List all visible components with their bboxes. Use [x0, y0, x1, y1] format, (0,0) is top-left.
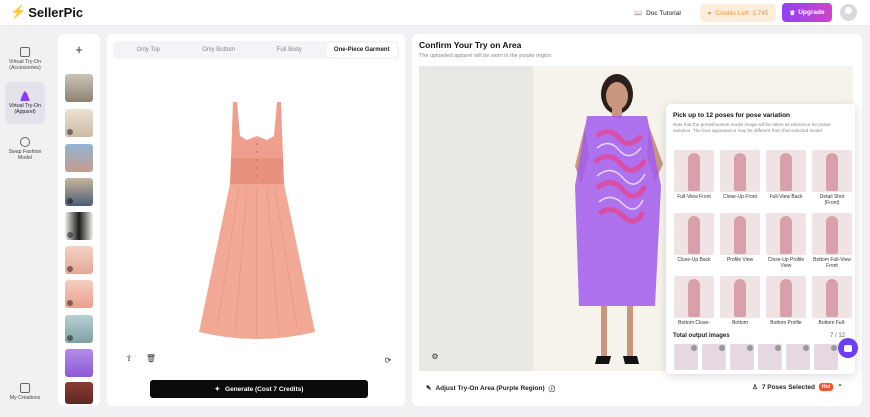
- pose-option[interactable]: Bottom Full-View Front: [812, 213, 852, 269]
- output-thumbnail[interactable]: [786, 344, 810, 370]
- refresh-icon[interactable]: ⟳: [382, 354, 394, 366]
- credits-label: Credits Left: 1,745: [715, 9, 769, 17]
- pose-picker-title: Pick up to 12 poses for pose variation: [673, 112, 791, 119]
- sidebar-item-label: Swap Fashion Model: [8, 149, 42, 161]
- sidebar-item-tryon-accessories[interactable]: Virtual Try-On (Accessories): [5, 38, 45, 80]
- top-bar: ⚡ SellerPic 📖 Doc Tutorial ● Credits Lef…: [0, 0, 870, 26]
- adjust-label: Adjust Try-On Area (Purple Region): [435, 384, 545, 392]
- generate-label: Generate (Cost 7 Credits): [225, 385, 304, 393]
- garment-thumbnail[interactable]: [65, 74, 93, 102]
- garment-thumbnail[interactable]: [65, 178, 93, 206]
- garment-thumbnail[interactable]: [65, 349, 93, 377]
- hot-badge: Hot: [818, 383, 834, 391]
- pose-option[interactable]: Full-View Front: [674, 150, 714, 200]
- upgrade-label: Upgrade: [798, 9, 825, 16]
- chat-support-button[interactable]: [838, 338, 858, 358]
- pose-option[interactable]: Bottom Full-: [812, 276, 852, 326]
- chat-icon: [844, 344, 852, 352]
- tryon-subtitle: The uploaded apparel will be worn in the…: [419, 53, 552, 59]
- doc-tutorial-button[interactable]: 📖 Doc Tutorial: [628, 5, 687, 21]
- pose-option[interactable]: Close-Up Back: [674, 213, 714, 263]
- poses-selected-label: 7 Poses Selected: [761, 383, 815, 391]
- dress-icon: [20, 91, 30, 101]
- pose-option[interactable]: Close-Up Profile View: [766, 213, 806, 269]
- person-adjust-icon[interactable]: ⚙: [429, 350, 441, 362]
- sidebar-item-swap-model[interactable]: Swap Fashion Model: [5, 128, 45, 170]
- pose-option[interactable]: Bottom Profile: [766, 276, 806, 326]
- logo-text: SellerPic: [28, 4, 84, 20]
- book-icon: 📖: [634, 10, 643, 17]
- folder-icon: [20, 383, 30, 393]
- avatar[interactable]: [840, 4, 857, 21]
- pose-option[interactable]: Close-Up Front: [720, 150, 760, 200]
- pose-option[interactable]: Full-View Back: [766, 150, 806, 200]
- garment-thumbnail[interactable]: [65, 246, 93, 274]
- help-icon[interactable]: ⓘ: [549, 383, 556, 393]
- brush-icon: ✎: [426, 385, 432, 392]
- output-thumbnail[interactable]: [702, 344, 726, 370]
- garment-thumbnail-list: +: [58, 34, 100, 406]
- tab-full-body[interactable]: Full Body: [254, 41, 325, 59]
- sparkle-icon: ✦: [214, 386, 221, 393]
- garment-preview-image: [187, 96, 327, 376]
- garment-thumbnail[interactable]: [65, 315, 93, 343]
- pose-option[interactable]: Bottom Close-: [674, 276, 714, 326]
- output-thumbnail[interactable]: [758, 344, 782, 370]
- sidebar-item-label: Virtual Try-On (Accessories): [9, 59, 41, 71]
- doc-tutorial-label: Doc Tutorial: [646, 9, 681, 17]
- garment-thumbnail-selected[interactable]: [65, 280, 93, 308]
- chevron-up-icon: ⌃: [837, 384, 843, 391]
- poses-selected-toggle[interactable]: ♙ 7 Poses Selected Hot ⌃: [752, 383, 843, 391]
- sidebar-item-label: My Creations: [9, 395, 41, 401]
- garment-type-tabs: Only Top Only Bottom Full Body One-Piece…: [113, 41, 399, 59]
- output-thumbnail[interactable]: [674, 344, 698, 370]
- trash-icon[interactable]: 🗑: [145, 352, 157, 364]
- garment-thumbnail[interactable]: [65, 144, 93, 172]
- logo-bolt-icon: ⚡: [10, 4, 27, 19]
- logo[interactable]: ⚡ SellerPic: [10, 4, 83, 20]
- output-thumbnail[interactable]: [730, 344, 754, 370]
- pose-icon: ♙: [752, 384, 758, 391]
- generate-button[interactable]: ✦ Generate (Cost 7 Credits): [150, 380, 368, 398]
- add-garment-button[interactable]: +: [69, 42, 89, 57]
- tryon-title: Confirm Your Try on Area: [419, 40, 522, 50]
- garment-thumbnail[interactable]: [65, 109, 93, 137]
- tab-only-bottom[interactable]: Only Bottom: [184, 41, 255, 59]
- upgrade-button[interactable]: ♛ Upgrade: [782, 3, 832, 22]
- pose-option[interactable]: Detail Shot (Front): [812, 150, 852, 206]
- garment-panel: Only Top Only Bottom Full Body One-Piece…: [107, 34, 405, 406]
- sidebar-item-tryon-apparel[interactable]: Virtual Try-On (Apparel): [5, 82, 45, 124]
- sidebar-item-label: Virtual Try-On (Apparel): [9, 103, 41, 115]
- pose-picker-popover: Pick up to 12 poses for pose variation N…: [666, 104, 855, 374]
- pose-picker-note: Note that the preset/custom model image …: [673, 122, 831, 133]
- tab-one-piece-garment[interactable]: One-Piece Garment: [326, 43, 397, 57]
- upload-icon[interactable]: ⇪: [123, 352, 135, 364]
- coin-icon: ●: [707, 9, 712, 17]
- garment-thumbnail[interactable]: [65, 212, 93, 240]
- credits-badge[interactable]: ● Credits Left: 1,745: [700, 4, 776, 22]
- sidebar: Virtual Try-On (Accessories) Virtual Try…: [0, 26, 50, 417]
- output-thumbnail[interactable]: [814, 344, 838, 370]
- pose-option[interactable]: Profile View: [720, 213, 760, 263]
- adjust-tryon-area-button[interactable]: ✎ Adjust Try-On Area (Purple Region) ⓘ: [426, 383, 556, 394]
- sidebar-item-my-creations[interactable]: My Creations: [5, 371, 45, 413]
- total-output-label: Total output images: [673, 333, 730, 339]
- swap-face-icon: [20, 137, 30, 147]
- tab-only-top[interactable]: Only Top: [113, 41, 184, 59]
- crown-icon: ♛: [789, 9, 796, 17]
- garment-thumbnail[interactable]: [65, 382, 93, 404]
- pose-option[interactable]: Bottom: [720, 276, 760, 326]
- glasses-icon: [20, 47, 30, 57]
